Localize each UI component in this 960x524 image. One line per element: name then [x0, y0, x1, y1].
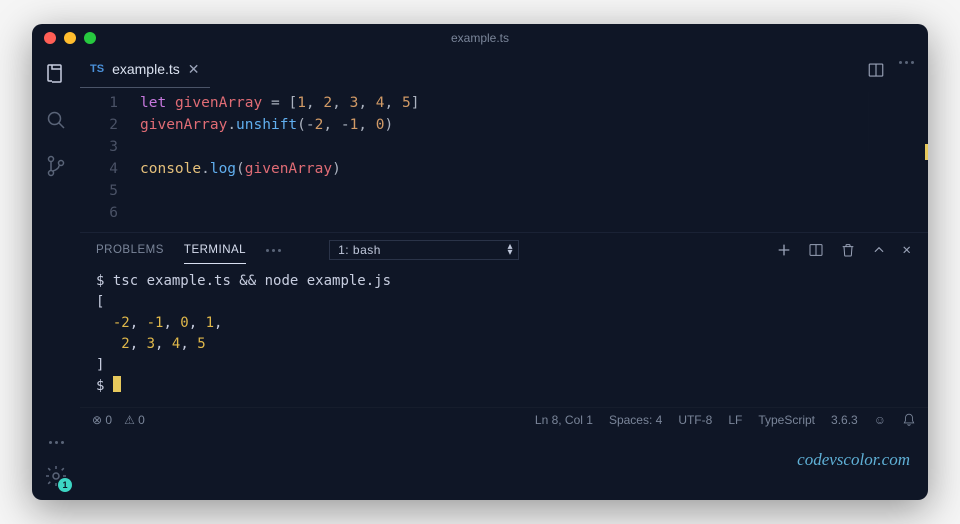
status-bar: ⊗ 0 ⚠ 0 Ln 8, Col 1 Spaces: 4 UTF-8 LF T… [80, 407, 928, 431]
tab-filename: example.ts [112, 61, 180, 77]
tab-example-ts[interactable]: TS example.ts ✕ [80, 52, 210, 88]
status-warnings[interactable]: ⚠ 0 [124, 413, 145, 427]
panel-tab-terminal[interactable]: TERMINAL [184, 244, 246, 264]
split-editor-icon[interactable] [867, 61, 885, 79]
panel-more-icon[interactable] [266, 249, 281, 252]
status-language[interactable]: TypeScript [758, 413, 815, 427]
terminal-cursor [113, 376, 121, 392]
editor-actions [867, 61, 928, 79]
minimap-marker [925, 144, 928, 160]
terminal-line: ] [96, 355, 912, 376]
kill-terminal-icon[interactable] [840, 242, 856, 258]
code-area[interactable]: let givenArray = [1, 2, 3, 4, 5]givenArr… [140, 92, 928, 224]
status-errors[interactable]: ⊗ 0 [92, 413, 112, 427]
terminal-line: $ tsc example.ts && node example.js [96, 271, 912, 292]
status-eol[interactable]: LF [728, 413, 742, 427]
traffic-lights [44, 32, 96, 44]
panel-actions: ✕ [776, 242, 912, 258]
titlebar: example.ts [32, 24, 928, 52]
more-actions-icon[interactable] [899, 61, 914, 79]
editor-tabs: TS example.ts ✕ [80, 52, 928, 88]
close-panel-icon[interactable]: ✕ [902, 243, 912, 257]
status-encoding[interactable]: UTF-8 [678, 413, 712, 427]
terminal-select-value: 1: bash [329, 240, 519, 260]
new-terminal-icon[interactable] [776, 242, 792, 258]
minimap[interactable] [868, 92, 924, 152]
feedback-icon[interactable]: ☺ [874, 413, 886, 427]
more-icon[interactable] [49, 441, 64, 444]
terminal-line: -2, -1, 0, 1, [96, 313, 912, 334]
select-caret-icon: ▴▾ [508, 244, 514, 256]
panel-header: PROBLEMS TERMINAL 1: bash ▴▾ ✕ [80, 233, 928, 267]
terminal-line: [ [96, 292, 912, 313]
main-body: 1 TS example.ts ✕ [32, 52, 928, 500]
explorer-icon[interactable] [44, 62, 68, 86]
panel-tab-problems[interactable]: PROBLEMS [96, 244, 164, 256]
source-control-icon[interactable] [44, 154, 68, 178]
window-close[interactable] [44, 32, 56, 44]
window-maximize[interactable] [84, 32, 96, 44]
activity-bar: 1 [32, 52, 80, 500]
window-title: example.ts [451, 31, 509, 45]
status-spaces[interactable]: Spaces: 4 [609, 413, 662, 427]
ts-badge-icon: TS [90, 63, 104, 75]
terminal-body[interactable]: $ tsc example.ts && node example.js [ -2… [80, 267, 928, 407]
editor-window: example.ts 1 [32, 24, 928, 500]
line-gutter: 123456 [80, 92, 140, 224]
settings-badge: 1 [58, 478, 72, 492]
window-minimize[interactable] [64, 32, 76, 44]
terminal-line: $ [96, 376, 912, 397]
watermark: codevscolor.com [797, 450, 910, 470]
editor-main: TS example.ts ✕ 123456 let givenArray = … [80, 52, 928, 500]
notifications-icon[interactable] [902, 413, 916, 427]
search-icon[interactable] [44, 108, 68, 132]
tab-close-icon[interactable]: ✕ [188, 61, 200, 78]
split-terminal-icon[interactable] [808, 242, 824, 258]
settings-gear-icon[interactable]: 1 [44, 464, 68, 488]
status-ln-col[interactable]: Ln 8, Col 1 [535, 413, 593, 427]
maximize-panel-icon[interactable] [872, 243, 886, 257]
bottom-panel: PROBLEMS TERMINAL 1: bash ▴▾ ✕ [80, 232, 928, 407]
terminal-line: 2, 3, 4, 5 [96, 334, 912, 355]
code-editor[interactable]: 123456 let givenArray = [1, 2, 3, 4, 5]g… [80, 88, 928, 232]
terminal-select[interactable]: 1: bash ▴▾ [329, 240, 519, 260]
status-version[interactable]: 3.6.3 [831, 413, 858, 427]
